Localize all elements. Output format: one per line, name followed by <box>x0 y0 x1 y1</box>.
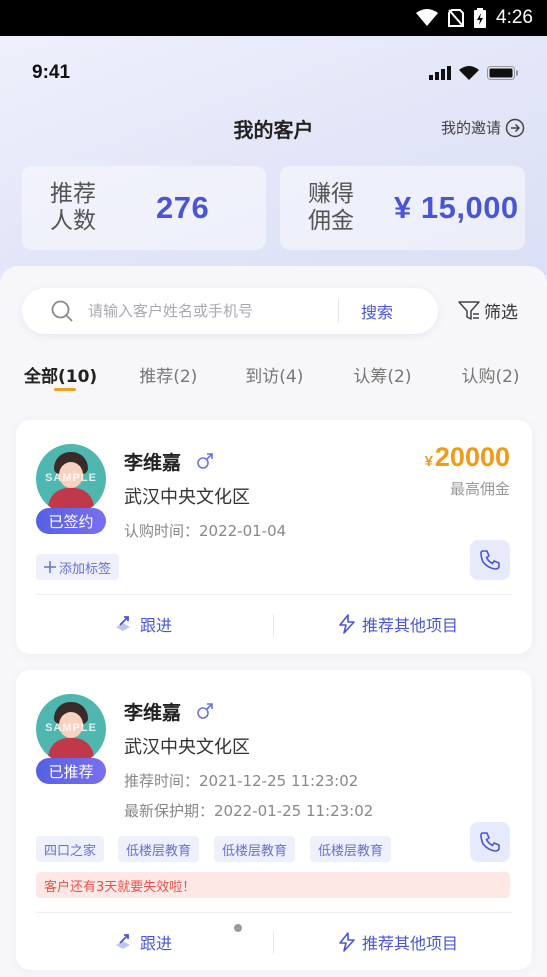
tab-purchase[interactable]: 认购(2) <box>461 362 519 402</box>
filter-button[interactable]: 筛选 <box>458 298 518 323</box>
recommend-other-projects-button[interactable]: 推荐其他项目 <box>338 612 458 636</box>
currency-symbol: ¥ <box>424 453 433 470</box>
app-status-bar: 9:41 <box>0 56 547 90</box>
recommend-other-projects-label: 推荐其他项目 <box>362 934 459 953</box>
customer-card[interactable]: SAMPLE 已推荐 李维嘉 武汉中央文化区 推荐时间：2021-12-25 1… <box>16 670 532 970</box>
lightning-icon <box>339 614 355 634</box>
commission-value: 20000 <box>434 442 510 472</box>
follow-up-label: 跟进 <box>140 934 173 953</box>
status-tabs: 全部(10) 推荐(2) 到访(4) 认筹(2) 认购(2) <box>24 362 547 402</box>
action-separator <box>273 932 274 954</box>
commission-earned-card: 赚得佣金 ¥ 15,000 <box>280 166 525 250</box>
wifi-icon <box>459 66 479 80</box>
customer-card[interactable]: SAMPLE 已签约 李维嘉 武汉中央文化区 认购时间：2022-01-04 ¥… <box>16 420 532 654</box>
recommend-time: 推荐时间：2021-12-25 11:23:02 <box>124 772 359 790</box>
add-tag-label: 添加标签 <box>59 561 112 577</box>
protection-period: 最新保护期：2022-01-25 11:23:02 <box>124 802 374 820</box>
plus-icon <box>44 561 56 573</box>
tab-all[interactable]: 全部(10) <box>24 362 97 402</box>
recommend-other-projects-label: 推荐其他项目 <box>362 616 459 635</box>
phone-icon <box>480 550 500 570</box>
commission-earned-value: ¥ 15,000 <box>394 190 519 225</box>
status-badge: 已签约 <box>36 508 106 534</box>
search-divider <box>338 299 339 323</box>
male-icon <box>197 453 213 469</box>
avatar: SAMPLE <box>36 694 106 764</box>
search-icon <box>51 300 73 322</box>
tab-recommend[interactable]: 推荐(2) <box>139 362 197 402</box>
recommend-count-value: 276 <box>156 190 210 225</box>
recommend-other-projects-button[interactable]: 推荐其他项目 <box>338 930 458 954</box>
follow-up-label: 跟进 <box>140 616 173 635</box>
system-time: 4:26 <box>496 7 533 28</box>
signal-icon <box>429 66 451 80</box>
expiry-warning: 客户还有3天就要失效啦！ <box>36 872 510 898</box>
follow-up-icon <box>116 934 130 949</box>
tab-visit[interactable]: 到访(4) <box>245 362 303 402</box>
customer-tag: 低楼层教育 <box>118 836 200 862</box>
battery-charging-icon <box>474 8 487 28</box>
recommend-count-label: 推荐人数 <box>50 181 96 234</box>
male-icon <box>197 703 213 719</box>
add-tag-button[interactable]: 添加标签 <box>36 554 120 580</box>
card-divider <box>36 594 512 595</box>
customer-tag: 低楼层教育 <box>214 836 296 862</box>
app-status-time: 9:41 <box>32 62 71 83</box>
follow-up-button[interactable]: 跟进 <box>114 930 172 954</box>
phone-icon <box>480 832 500 852</box>
tab-subscribe-intent[interactable]: 认筹(2) <box>353 362 411 402</box>
call-button[interactable] <box>470 822 510 862</box>
action-separator <box>273 614 274 636</box>
status-badge: 已推荐 <box>36 758 106 784</box>
max-commission-label: 最高佣金 <box>449 480 510 498</box>
search-input[interactable] <box>88 302 338 320</box>
commission-earned-label: 赚得佣金 <box>308 181 354 234</box>
recommend-count-card: 推荐人数 276 <box>22 166 266 250</box>
purchase-time: 认购时间：2022-01-04 <box>124 522 287 540</box>
customer-name: 李维嘉 <box>124 452 182 474</box>
filter-label: 筛选 <box>484 303 518 323</box>
app-status-icons <box>429 66 519 80</box>
arrow-right-circle-icon <box>505 118 525 137</box>
system-status-bar: 4:26 <box>0 0 547 36</box>
scroll-indicator-dot <box>234 924 242 932</box>
customer-project: 武汉中央文化区 <box>124 737 250 758</box>
invite-label: 我的邀请 <box>440 119 501 137</box>
max-commission-amount: ¥20000 <box>425 442 510 473</box>
lightning-icon <box>339 932 355 952</box>
customer-tag: 低楼层教育 <box>310 836 392 862</box>
my-invitation-link[interactable]: 我的邀请 <box>441 117 525 138</box>
filter-icon <box>458 300 480 320</box>
follow-up-button[interactable]: 跟进 <box>114 612 172 636</box>
wifi-icon <box>416 9 439 26</box>
search-bar: 搜索 <box>22 288 438 334</box>
card-divider <box>36 912 512 913</box>
call-button[interactable] <box>470 540 510 580</box>
follow-up-icon <box>116 616 130 631</box>
battery-icon <box>487 66 518 80</box>
search-button[interactable]: 搜索 <box>361 299 393 323</box>
customer-tag: 四口之家 <box>36 836 105 862</box>
customer-name: 李维嘉 <box>124 702 182 724</box>
customer-project: 武汉中央文化区 <box>124 487 250 508</box>
avatar: SAMPLE <box>36 444 106 514</box>
no-sim-icon <box>448 9 465 27</box>
